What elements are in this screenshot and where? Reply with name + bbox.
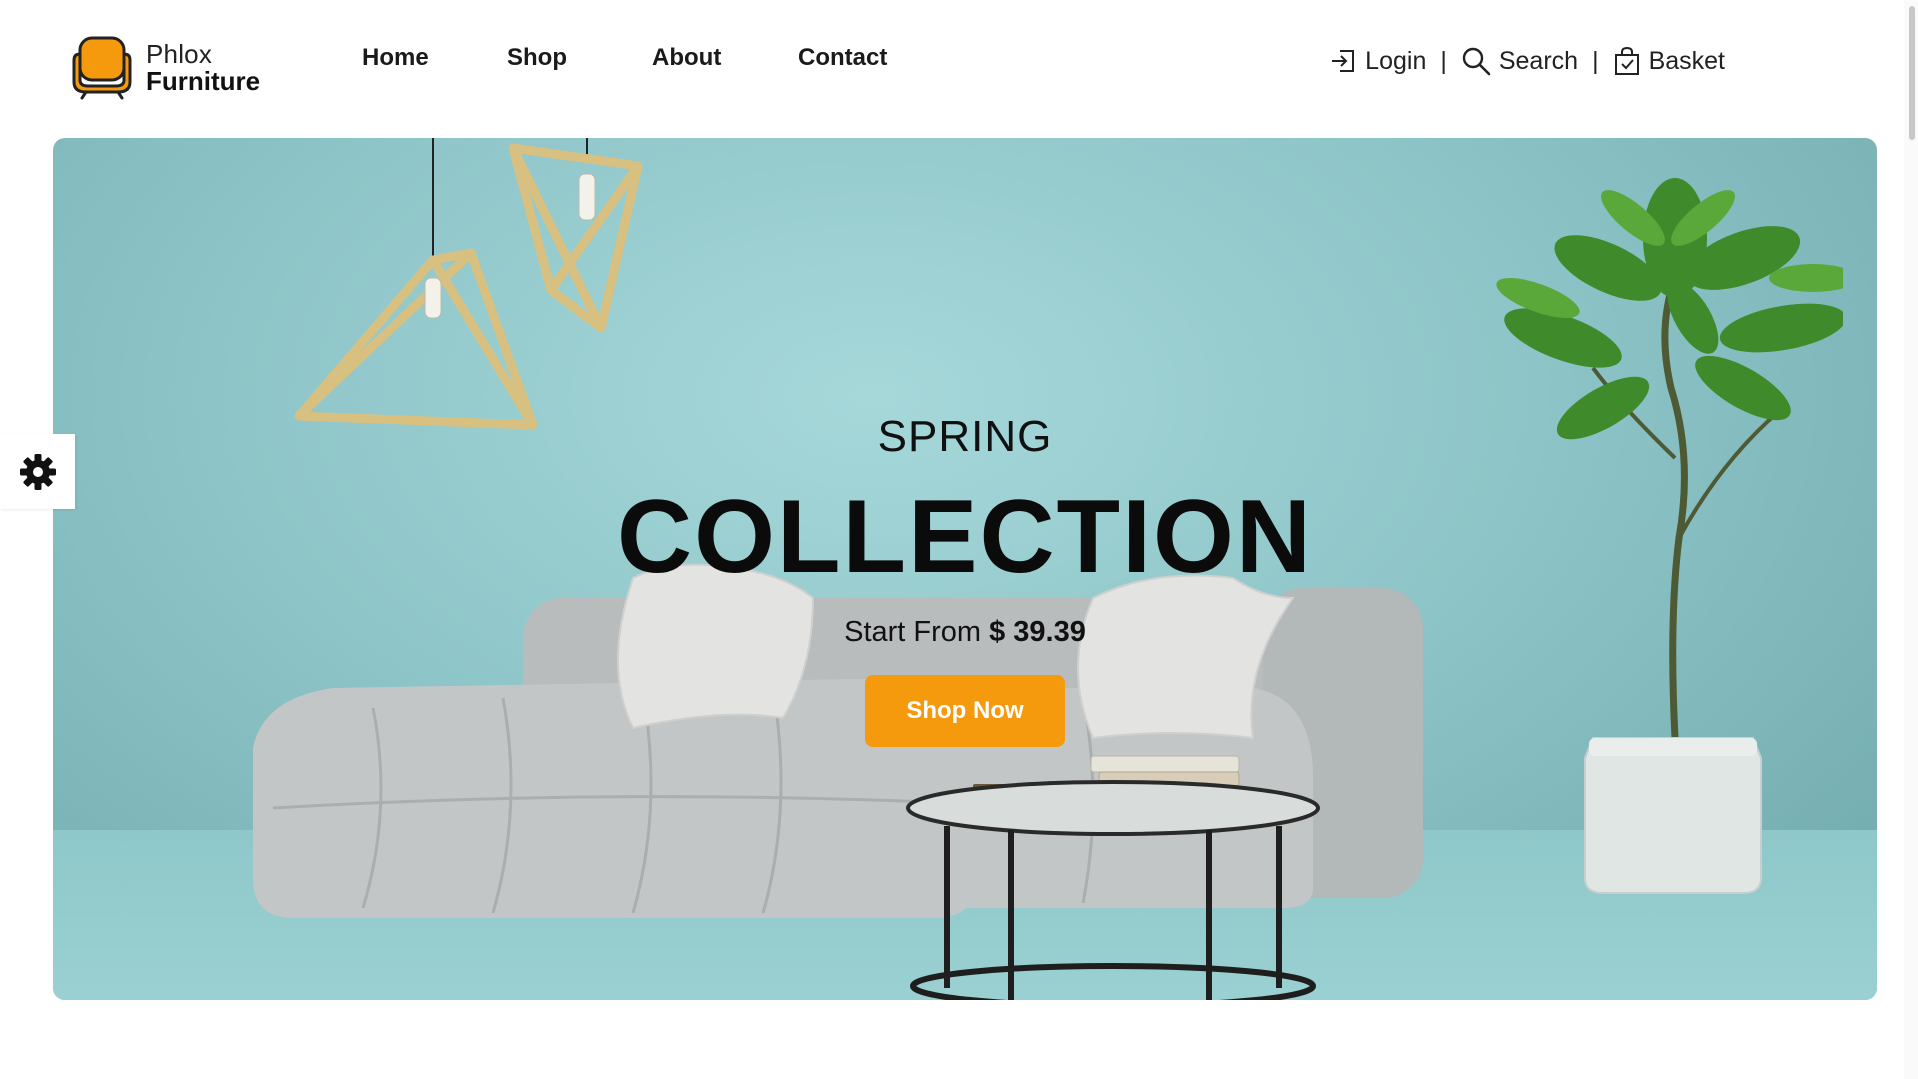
shop-now-button[interactable]: Shop Now [865,675,1065,747]
hero-price-line: Start From $ 39.39 [53,616,1877,649]
hero-eyebrow: SPRING [877,412,1053,461]
gear-icon [19,453,56,490]
nav-shop[interactable]: Shop [507,44,567,72]
basket-link[interactable]: Basket [1613,46,1725,76]
search-icon [1462,47,1491,76]
price-prefix: Start From [844,616,982,648]
nav-about[interactable]: About [652,44,721,72]
scrollbar-thumb[interactable] [1909,6,1915,140]
util-separator: | [1592,46,1599,75]
site-header: Phlox Furniture Home Shop About Contact … [0,0,1918,130]
search-label: Search [1498,46,1579,75]
basket-label: Basket [1648,46,1725,75]
hero-text-block: SPRING COLLECTION Start From $ 39.39 Shop… [53,138,1877,1000]
login-arrow-icon [1332,50,1355,72]
settings-toggle-button[interactable] [0,434,75,509]
hero-banner: SPRING COLLECTION Start From $ 39.39 Shop… [53,138,1877,1000]
login-label: Login [1365,46,1427,75]
search-link[interactable]: Search [1461,46,1578,76]
nav-contact[interactable]: Contact [798,44,887,72]
page-scrollbar[interactable] [1904,0,1918,1079]
hero-headline: COLLECTION [617,479,1313,595]
price-value: $ 39.39 [989,616,1086,648]
login-link[interactable]: Login [1329,47,1426,76]
shopping-bag-icon [1614,46,1639,75]
util-separator: | [1440,46,1447,75]
nav-home[interactable]: Home [362,44,429,72]
utility-menu: Login | Search | Basket [1329,46,1725,76]
